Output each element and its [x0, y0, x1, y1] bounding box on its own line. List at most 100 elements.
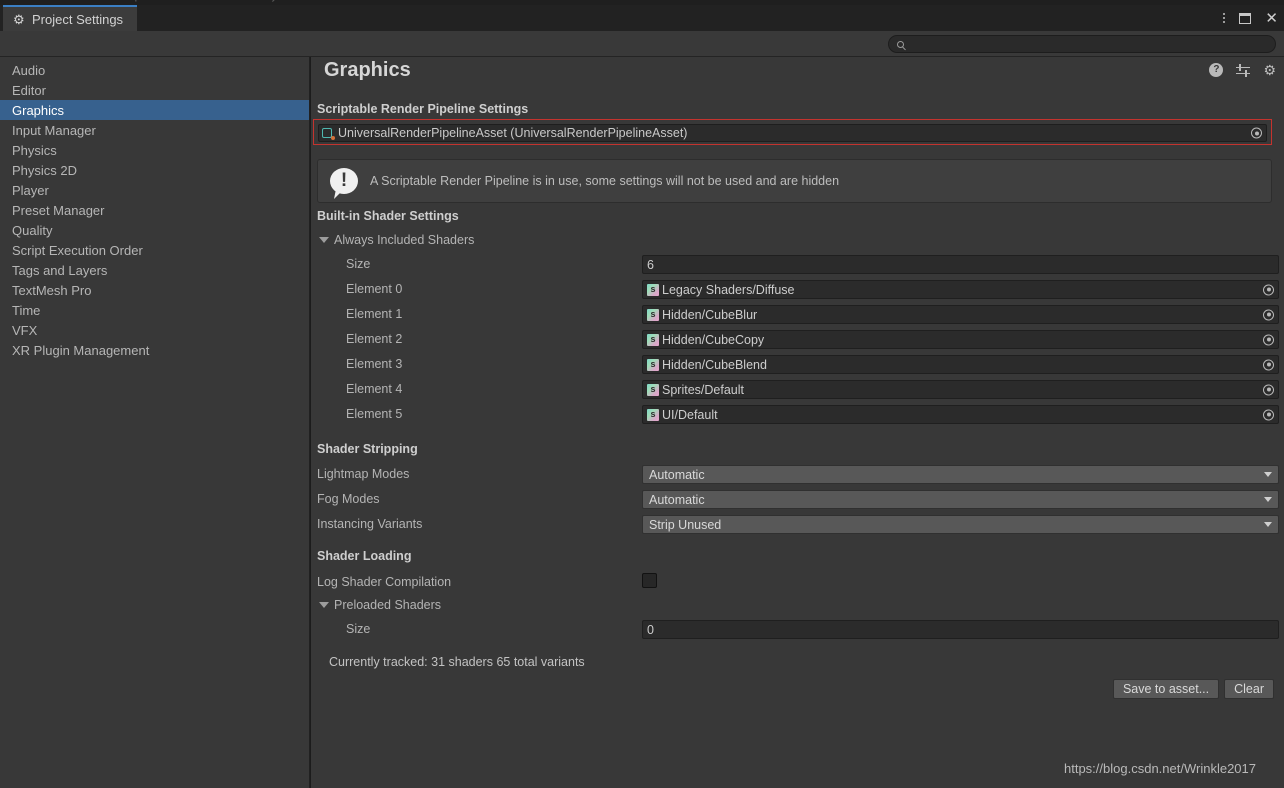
shader-stripping-section-title: Shader Stripping	[317, 442, 418, 456]
sidebar-item-graphics[interactable]: Graphics	[0, 100, 309, 120]
size-input[interactable]: 6	[642, 255, 1279, 274]
srp-info-banner: ! A Scriptable Render Pipeline is in use…	[317, 159, 1272, 203]
sidebar-item-vfx[interactable]: VFX	[0, 320, 309, 340]
shader-icon: s	[647, 408, 659, 421]
instancing-variants-row: Instancing Variants Strip Unused	[311, 513, 1284, 538]
sidebar-item-audio[interactable]: Audio	[0, 60, 309, 80]
element-row: Element 2 s Hidden/CubeCopy	[311, 328, 1284, 353]
object-picker-icon[interactable]	[1261, 382, 1276, 397]
graphics-settings-panel: Graphics ? ⚙ Scriptable Render Pipeline …	[311, 57, 1284, 788]
preloaded-shaders-foldout[interactable]: Preloaded Shaders	[319, 598, 441, 612]
element-object-field[interactable]: s Hidden/CubeBlend	[642, 355, 1279, 374]
sidebar-item-textmesh-pro[interactable]: TextMesh Pro	[0, 280, 309, 300]
page-title: Graphics	[324, 59, 411, 81]
element-row: Element 1 s Hidden/CubeBlur	[311, 303, 1284, 328]
lightmap-modes-value: Automatic	[649, 467, 705, 482]
ghost-tab-1: Hierarchy	[230, 0, 277, 4]
instancing-variants-label: Instancing Variants	[317, 517, 423, 531]
maximize-icon[interactable]	[1239, 12, 1252, 24]
element-object-field[interactable]: s Hidden/CubeCopy	[642, 330, 1279, 349]
element-value: Hidden/CubeBlur	[662, 307, 758, 322]
object-picker-icon[interactable]	[1261, 407, 1276, 422]
preloaded-size-row: Size 0	[311, 618, 1284, 643]
size-value: 6	[647, 257, 654, 272]
shader-icon: s	[647, 333, 659, 346]
instancing-variants-dropdown[interactable]: Strip Unused	[642, 515, 1279, 534]
element-object-field[interactable]: s Legacy Shaders/Diffuse	[642, 280, 1279, 299]
element-label: Element 0	[346, 282, 403, 296]
object-picker-icon[interactable]	[1249, 126, 1264, 141]
sidebar-item-input-manager[interactable]: Input Manager	[0, 120, 309, 140]
sidebar-item-label: VFX	[12, 322, 38, 338]
log-shader-compilation-checkbox[interactable]	[642, 573, 657, 588]
sidebar-item-quality[interactable]: Quality	[0, 220, 309, 240]
preloaded-size-input[interactable]: 0	[642, 620, 1279, 639]
sidebar-item-preset-manager[interactable]: Preset Manager	[0, 200, 309, 220]
clear-button[interactable]: Clear	[1224, 679, 1274, 699]
lightmap-modes-row: Lightmap Modes Automatic	[311, 463, 1284, 488]
ghost-tab-3: Game	[1040, 0, 1070, 4]
gear-icon[interactable]: ⚙	[1263, 63, 1276, 77]
sidebar-item-label: Time	[12, 302, 41, 318]
shader-variant-buttons: Save to asset... Clear	[1112, 679, 1274, 699]
sidebar-item-tags-and-layers[interactable]: Tags and Layers	[0, 260, 309, 280]
tracked-shaders-text: Currently tracked: 31 shaders 65 total v…	[329, 655, 585, 669]
element-row: Element 3 s Hidden/CubeBlend	[311, 353, 1284, 378]
instancing-variants-value: Strip Unused	[649, 517, 722, 532]
sidebar-item-label: Player	[12, 182, 49, 198]
chevron-down-icon	[1264, 522, 1272, 527]
search-field[interactable]	[888, 35, 1276, 53]
preset-sliders-icon[interactable]	[1236, 63, 1251, 77]
srp-info-text: A Scriptable Render Pipeline is in use, …	[370, 174, 840, 188]
array-size-row: Size 6	[311, 253, 1284, 278]
sidebar-item-physics[interactable]: Physics	[0, 140, 309, 160]
titlebar: ⚙ Project Settings ✕	[0, 5, 1284, 31]
settings-sidebar[interactable]: Audio Editor Graphics Input Manager Phys…	[0, 57, 310, 788]
always-included-shaders-foldout[interactable]: Always Included Shaders	[319, 233, 474, 247]
element-object-field[interactable]: s Sprites/Default	[642, 380, 1279, 399]
sidebar-item-label: Audio	[12, 62, 46, 78]
foldout-label: Preloaded Shaders	[334, 598, 442, 612]
search-icon	[897, 40, 904, 48]
panel-header-icons: ? ⚙	[1209, 63, 1276, 77]
sidebar-item-xr-plugin-management[interactable]: XR Plugin Management	[0, 340, 309, 360]
element-label: Element 5	[346, 407, 403, 421]
sidebar-item-editor[interactable]: Editor	[0, 80, 309, 100]
sidebar-item-label: Physics 2D	[12, 162, 78, 178]
sidebar-item-time[interactable]: Time	[0, 300, 309, 320]
warning-bubble-icon: !	[330, 168, 358, 194]
lightmap-modes-dropdown[interactable]: Automatic	[642, 465, 1279, 484]
object-picker-icon[interactable]	[1261, 332, 1276, 347]
element-value: Legacy Shaders/Diffuse	[662, 282, 795, 297]
srp-asset-field[interactable]: UniversalRenderPipelineAsset (UniversalR…	[318, 124, 1267, 142]
object-picker-icon[interactable]	[1261, 307, 1276, 322]
sidebar-item-physics-2d[interactable]: Physics 2D	[0, 160, 309, 180]
object-picker-icon[interactable]	[1261, 357, 1276, 372]
lightmap-modes-label: Lightmap Modes	[317, 467, 410, 481]
object-picker-icon[interactable]	[1261, 282, 1276, 297]
chevron-down-icon	[319, 237, 329, 243]
element-value: Hidden/CubeBlend	[662, 357, 767, 372]
sidebar-item-label: Preset Manager	[12, 202, 105, 218]
render-pipeline-asset-icon	[322, 127, 335, 140]
save-to-asset-button[interactable]: Save to asset...	[1112, 679, 1220, 699]
tab-project-settings[interactable]: ⚙ Project Settings	[3, 5, 138, 31]
watermark: https://blog.csdn.net/Wrinkle2017	[1064, 761, 1256, 776]
sidebar-item-player[interactable]: Player	[0, 180, 309, 200]
shader-icon: s	[647, 358, 659, 371]
element-row: Element 0 s Legacy Shaders/Diffuse	[311, 278, 1284, 303]
search-input[interactable]	[909, 38, 1267, 50]
srp-asset-value: UniversalRenderPipelineAsset (UniversalR…	[338, 126, 688, 140]
sidebar-item-script-execution-order[interactable]: Script Execution Order	[0, 240, 309, 260]
toolbar	[0, 31, 1284, 57]
shader-icon: s	[647, 383, 659, 396]
element-object-field[interactable]: s UI/Default	[642, 405, 1279, 424]
sidebar-item-label: Editor	[12, 82, 46, 98]
close-icon[interactable]: ✕	[1265, 11, 1278, 26]
fog-modes-value: Automatic	[649, 492, 705, 507]
fog-modes-dropdown[interactable]: Automatic	[642, 490, 1279, 509]
chevron-down-icon	[1264, 497, 1272, 502]
kebab-menu-icon[interactable]	[1223, 13, 1226, 23]
help-icon[interactable]: ?	[1209, 63, 1224, 77]
element-object-field[interactable]: s Hidden/CubeBlur	[642, 305, 1279, 324]
